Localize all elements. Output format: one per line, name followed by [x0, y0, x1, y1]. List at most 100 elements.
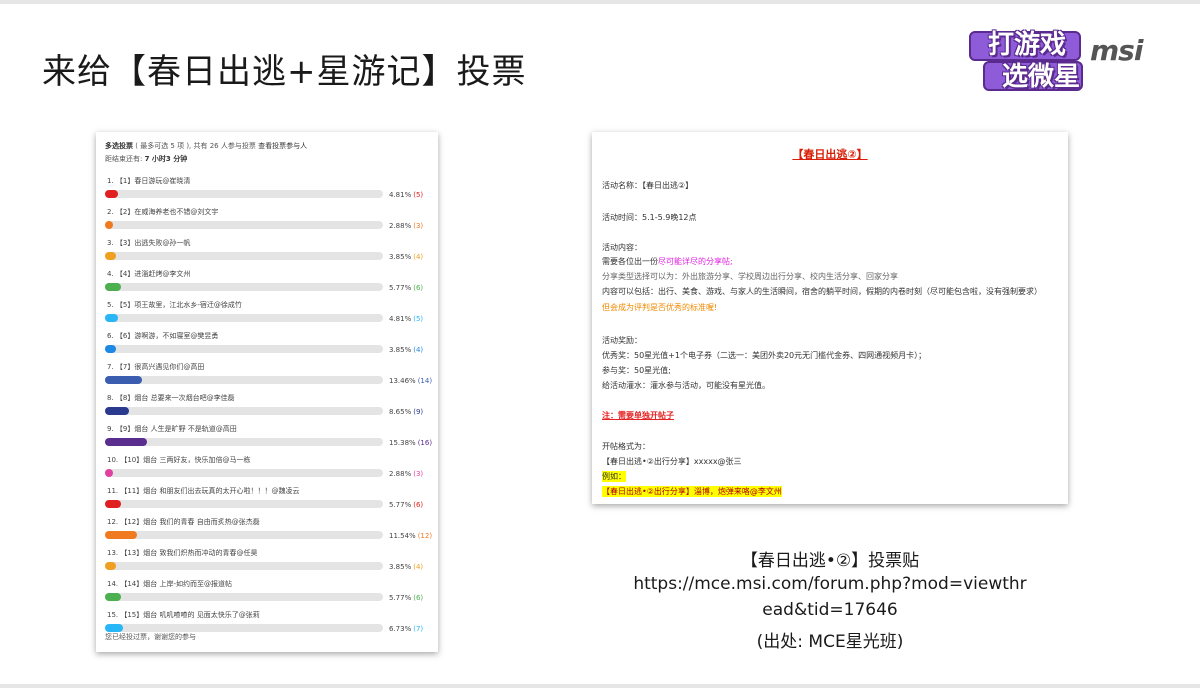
poll-option-label: 11. 【11】烟台 和朋友们出去玩真的太开心啦！！！@魏凌云 — [107, 487, 300, 495]
poll-option-bar-track — [105, 469, 383, 477]
poll-option-bar-fill — [105, 469, 113, 477]
poll-option: 12. 【12】烟台 我们的青春 自由而炙热@张杰磊 11.54% (12) — [105, 517, 435, 547]
post-reward-3: 给活动灌水：灌水参与活动，可能没有星光值。 — [602, 381, 770, 390]
post-panel: 【春日出逃②】 活动名称：【春日出逃②】 活动时间：5.1-5.9晚12点 活动… — [592, 132, 1068, 504]
caption-url-1[interactable]: https://mce.msi.com/forum.php?mod=viewth… — [592, 574, 1068, 594]
poll-option: 14. 【14】烟台 上岸-如约而至@报道帖 5.77% (6) — [105, 579, 435, 609]
content-1b: 尽可能详尽的分享帖; — [658, 257, 733, 266]
poll-option-percent-value: 2.88% — [389, 222, 412, 230]
poll-option-percent: 3.85% (4) — [389, 253, 423, 261]
poll-option-label: 7. 【7】很高兴遇见你们@高田 — [107, 363, 205, 371]
poll-option: 1. 【1】春日游玩@崔晓清 4.81% (5) — [105, 176, 435, 206]
poll-option: 8. 【8】烟台 总要来一次烟台吧@李佳磊 8.65% (9) — [105, 393, 435, 423]
caption-source: (出处: MCE星光班) — [756, 632, 904, 652]
poll-option-percent: 2.88% (3) — [389, 470, 423, 478]
top-border — [0, 0, 1200, 4]
poll-option-bar-fill — [105, 376, 142, 384]
poll-option-count: (4) — [413, 563, 424, 571]
poll-option-bar-track — [105, 562, 383, 570]
poll-option-count: (5) — [413, 315, 424, 323]
poll-option-bar-fill — [105, 221, 113, 229]
poll-option-count: (14) — [417, 377, 433, 385]
poll-option-percent-value: 5.77% — [389, 501, 412, 509]
post-title: 【春日出逃②】 — [792, 148, 868, 161]
poll-panel: 多选投票 ( 最多可选 5 项 ), 共有 26 人参与投票 查看投票参与人 距… — [96, 132, 438, 652]
poll-option-bar-track — [105, 221, 383, 229]
poll-option-percent-value: 15.38% — [389, 439, 416, 447]
poll-option-label: 8. 【8】烟台 总要来一次烟台吧@李佳磊 — [107, 394, 235, 402]
poll-option-bar-track — [105, 500, 383, 508]
poll-option-percent: 2.88% (3) — [389, 222, 423, 230]
poll-option-bar-fill — [105, 531, 137, 539]
poll-option-percent: 4.81% (5) — [389, 315, 423, 323]
poll-option-percent-value: 4.81% — [389, 315, 412, 323]
poll-option: 4. 【4】进淄赶烤@李文州 5.77% (6) — [105, 269, 435, 299]
content-1a: 需要各位出一份 — [602, 257, 658, 266]
poll-option-count: (9) — [413, 408, 424, 416]
post-content-3: 内容可以包括：出行、美食、游戏、与家人的生活瞬间，宿舍的躺平时间，假期的内卷时刻… — [602, 287, 1042, 296]
poll-option-percent: 5.77% (6) — [389, 501, 423, 509]
poll-option-bar-fill — [105, 500, 121, 508]
poll-option-percent-value: 6.73% — [389, 625, 412, 633]
view-voters-link[interactable]: 查看投票参与人 — [258, 142, 307, 150]
poll-option-percent-value: 3.85% — [389, 563, 412, 571]
poll-option-percent-value: 2.88% — [389, 470, 412, 478]
poll-option-label: 12. 【12】烟台 我们的青春 自由而炙热@张杰磊 — [107, 518, 260, 526]
poll-option-bar-track — [105, 593, 383, 601]
poll-option-percent: 4.81% (5) — [389, 191, 423, 199]
poll-option-label: 5. 【5】项王故里，江北水乡-宿迁@徐成竹 — [107, 301, 242, 309]
poll-option-percent-value: 11.54% — [389, 532, 416, 540]
poll-option-count: (5) — [413, 191, 424, 199]
poll-option-percent: 13.46% (14) — [389, 377, 432, 385]
poll-option-label: 13. 【13】烟台 致我们炽热而冲动的青春@任昊 — [107, 549, 258, 557]
poll-option-percent: 11.54% (12) — [389, 532, 432, 540]
poll-option-count: (6) — [413, 594, 424, 602]
poll-option-bar-fill — [105, 438, 147, 446]
poll-option-bar-fill — [105, 345, 116, 353]
poll-option-label: 9. 【9】烟台 人生是旷野 不是轨道@高田 — [107, 425, 237, 433]
poll-option-percent: 8.65% (9) — [389, 408, 423, 416]
post-name-line: 活动名称：【春日出逃②】 — [602, 181, 694, 190]
poll-option-label: 1. 【1】春日游玩@崔晓清 — [107, 177, 191, 185]
poll-option-count: (6) — [413, 284, 424, 292]
poll-option-bar-fill — [105, 314, 119, 322]
poll-option: 5. 【5】项王故里，江北水乡-宿迁@徐成竹 4.81% (5) — [105, 300, 435, 330]
remain-label: 距结束还有: — [105, 155, 143, 163]
post-note: 注：需要单独开帖子 — [602, 411, 674, 420]
post-time-line: 活动时间：5.1-5.9晚12点 — [602, 213, 697, 222]
poll-option-label: 3. 【3】出逃失败@孙一帆 — [107, 239, 191, 247]
post-content-label: 活动内容： — [602, 243, 642, 252]
poll-option-count: (6) — [413, 501, 424, 509]
poll-option-percent-value: 5.77% — [389, 284, 412, 292]
post-content-1: 需要各位出一份尽可能详尽的分享帖; — [602, 256, 733, 267]
poll-option-bar-fill — [105, 624, 124, 632]
post-example-line: 【春日出逃•②出行分享】淄博，炮弹来咯@李文州 — [602, 486, 782, 497]
slide-title: 来给【春日出逃+星游记】投票 — [42, 52, 527, 92]
poll-option-percent-value: 13.46% — [389, 377, 416, 385]
poll-option: 7. 【7】很高兴遇见你们@高田 13.46% (14) — [105, 362, 435, 392]
poll-option-label: 2. 【2】在威海养老也不错@刘文宇 — [107, 208, 219, 216]
poll-option: 9. 【9】烟台 人生是旷野 不是轨道@高田 15.38% (16) — [105, 424, 435, 454]
post-format-label: 开帖格式为： — [602, 442, 650, 451]
msi-logo: msi — [1090, 34, 1143, 67]
post-reward-2: 参与奖：50星光值; — [602, 366, 671, 375]
poll-option-bar-track — [105, 345, 383, 353]
poll-option-percent-value: 8.65% — [389, 408, 412, 416]
poll-option-bar-track — [105, 376, 383, 384]
caption-url-2[interactable]: ead&tid=17646 — [592, 600, 1068, 620]
poll-option-bar-track — [105, 438, 383, 446]
poll-option-percent: 3.85% (4) — [389, 563, 423, 571]
poll-option-bar-track — [105, 314, 383, 322]
poll-remaining: 距结束还有: 7 小时3 分钟 — [105, 154, 187, 164]
poll-header: 多选投票 ( 最多可选 5 项 ), 共有 26 人参与投票 查看投票参与人 — [105, 141, 307, 151]
poll-option-bar-fill — [105, 593, 121, 601]
poll-option-count: (12) — [417, 532, 433, 540]
poll-option-bar-fill — [105, 407, 129, 415]
poll-option-bar-track — [105, 407, 383, 415]
poll-option-bar-fill — [105, 252, 116, 260]
poll-option-bar-track — [105, 531, 383, 539]
poll-option-percent: 3.85% (4) — [389, 346, 423, 354]
caption-title: 【春日出逃•②】投票贴 — [740, 551, 920, 571]
poll-option-bar-track — [105, 190, 383, 198]
poll-option-percent-value: 3.85% — [389, 253, 412, 261]
